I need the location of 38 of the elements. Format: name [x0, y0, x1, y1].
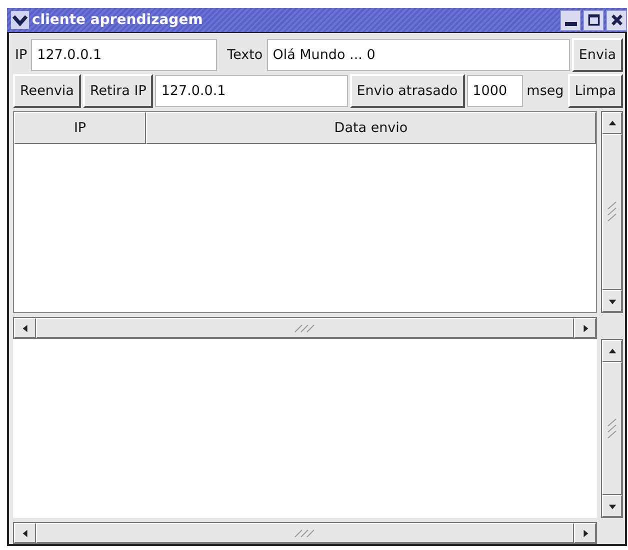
horizontal-scrollbar[interactable] — [13, 317, 597, 339]
clear-button[interactable]: Limpa — [568, 74, 623, 108]
delayed-send-button[interactable]: Envio atrasado — [350, 74, 465, 108]
down-arrow-icon — [608, 502, 616, 510]
horizontal-scrollbar[interactable] — [13, 522, 597, 544]
vertical-scrollbar[interactable] — [601, 111, 623, 313]
left-arrow-icon — [20, 528, 30, 538]
down-arrow-icon — [608, 296, 616, 306]
resend-button[interactable]: Reenvia — [13, 74, 81, 108]
close-icon — [610, 13, 624, 27]
up-arrow-icon — [608, 346, 616, 356]
send-button[interactable]: Envia — [572, 38, 623, 72]
maximize-button[interactable] — [583, 10, 604, 30]
right-arrow-icon — [580, 324, 590, 332]
remove-ip-button[interactable]: Retira IP — [82, 74, 154, 108]
minimize-button[interactable] — [560, 10, 581, 30]
maximize-icon — [586, 13, 600, 27]
unit-label: mseg — [526, 83, 565, 99]
text-label: Texto — [226, 47, 264, 63]
chevron-down-icon[interactable] — [11, 11, 29, 29]
minimize-icon — [564, 22, 576, 26]
grip-icon — [607, 200, 617, 224]
delay-field[interactable]: 1000 — [466, 75, 523, 107]
window-title: cliente aprendizagem — [32, 12, 204, 28]
ip-field[interactable]: 127.0.0.1 — [31, 39, 218, 71]
grip-icon — [607, 416, 617, 440]
ip-label: IP — [14, 47, 28, 63]
ip-field[interactable]: 127.0.0.1 — [155, 75, 348, 107]
left-arrow-icon — [20, 324, 30, 332]
right-arrow-icon — [580, 528, 590, 538]
vertical-scrollbar[interactable] — [601, 339, 623, 518]
column-header[interactable]: IP — [14, 112, 146, 144]
grip-icon — [293, 528, 317, 538]
up-arrow-icon — [608, 118, 616, 128]
grip-icon — [293, 323, 317, 333]
column-header[interactable]: Data envio — [146, 112, 596, 144]
text-field[interactable]: Olá Mundo ... 0 — [266, 39, 570, 71]
close-button[interactable] — [606, 10, 627, 30]
